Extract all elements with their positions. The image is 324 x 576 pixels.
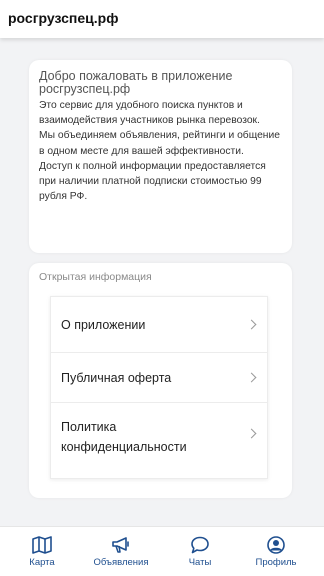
menu-item-about[interactable]: О приложении: [51, 297, 267, 353]
tab-label: Объявления: [93, 557, 149, 568]
open-info-card: Открытая информация О приложении Публичн…: [29, 263, 292, 498]
welcome-card: Добро пожаловать в приложение росгрузспе…: [29, 60, 292, 253]
welcome-paragraph: Это сервис для удобного поиска пунктов и…: [39, 100, 260, 127]
tab-map[interactable]: Карта: [2, 527, 82, 576]
profile-icon: [267, 536, 285, 554]
tab-profile[interactable]: Профиль: [236, 527, 316, 576]
chat-icon: [191, 536, 209, 554]
tab-label: Карта: [29, 557, 55, 568]
welcome-paragraph: Мы объединяем объявления, рейтинги и общ…: [39, 130, 280, 157]
menu-item-label: О приложении: [61, 318, 146, 332]
bottom-tab-bar: Карта Объявления Чаты Профиль: [0, 526, 324, 576]
menu-item-label: Политика конфиденциальности: [61, 420, 187, 454]
welcome-title: Добро пожаловать в приложение росгрузспе…: [39, 69, 233, 96]
app-title: росгрузспец.рф: [8, 10, 119, 26]
menu-item-privacy-policy[interactable]: Политика конфиденциальности: [51, 403, 267, 479]
tab-label: Чаты: [188, 557, 212, 568]
tab-ads[interactable]: Объявления: [81, 527, 161, 576]
menu-item-label: Публичная оферта: [61, 371, 172, 385]
welcome-text: Это сервис для удобного поиска пунктов и…: [39, 98, 282, 204]
info-menu: О приложении Публичная оферта Политика к…: [50, 296, 268, 479]
chevron-right-icon: [246, 428, 257, 439]
menu-item-public-offer[interactable]: Публичная оферта: [51, 353, 267, 403]
map-icon: [32, 536, 52, 554]
welcome-paragraph: Доступ к полной информации предоставляет…: [39, 160, 266, 203]
open-info-heading: Открытая информация: [39, 271, 152, 283]
tab-label: Профиль: [255, 557, 297, 568]
megaphone-icon: [112, 537, 129, 553]
top-app-bar: росгрузспец.рф: [0, 0, 324, 38]
chevron-right-icon: [246, 319, 257, 330]
tab-chats[interactable]: Чаты: [160, 527, 240, 576]
chevron-right-icon: [246, 372, 257, 383]
